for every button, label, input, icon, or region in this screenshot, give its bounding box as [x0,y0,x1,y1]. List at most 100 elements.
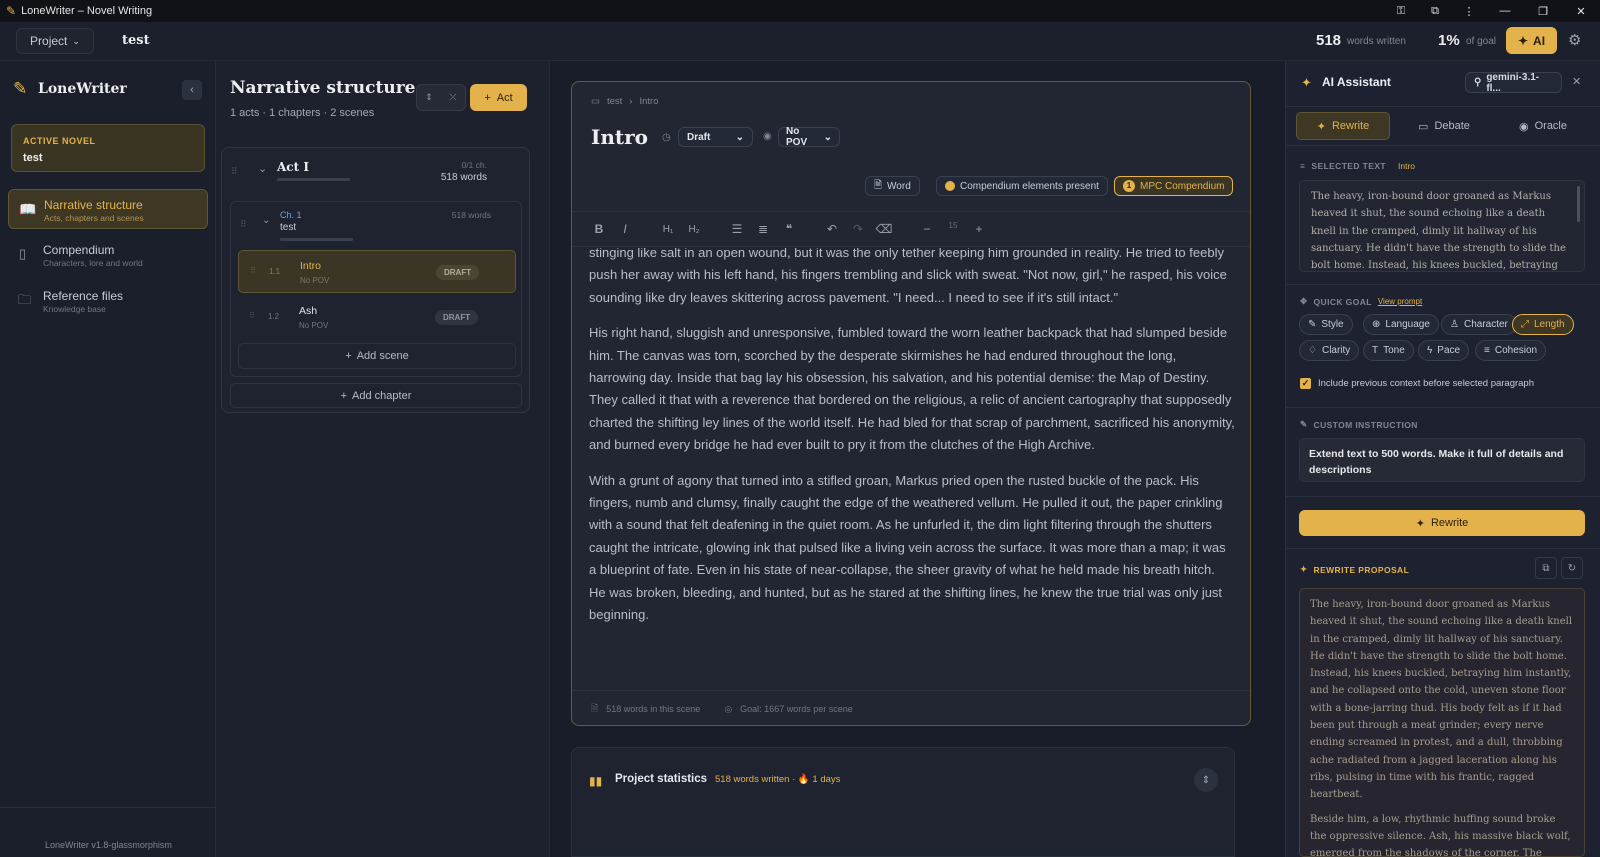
chevron-down-icon: ⌄ [735,131,744,143]
nav-item-compendium[interactable]: ▯ Compendium Characters, lore and world [8,235,208,275]
stats-days: 1 days [812,774,841,785]
decrease-font-icon[interactable]: − [914,222,940,236]
nav-item-reference-files[interactable]: 🗀 Reference files Knowledge base [8,281,208,321]
copy-button[interactable]: ⧉ [1535,557,1557,579]
structure-panel: Narrative structure 1 acts · 1 chapters … [216,61,550,857]
close-window-icon[interactable]: ✕ [1562,5,1600,18]
active-novel-card[interactable]: ACTIVE NOVEL test [11,124,205,172]
goal-chip-pace[interactable]: ϟ Pace [1418,340,1470,361]
wand-icon: ✦ [1316,120,1326,133]
regenerate-button[interactable]: ↻ [1561,557,1583,579]
goal-chip-clarity[interactable]: ♢ Clarity [1299,340,1360,361]
tab-debate[interactable]: ▭ Debate [1397,112,1491,140]
align-icon: ≡ [1484,345,1490,356]
heading-1-icon[interactable]: H₁ [655,224,681,235]
minimize-icon[interactable]: — [1486,5,1524,17]
include-context-option[interactable]: ✓ Include previous context before select… [1300,378,1534,389]
editor-footer: 🗎 518 words in this scene ◎ Goal: 1667 wor… [572,690,1250,725]
italic-icon[interactable]: I [612,222,638,236]
custom-instruction-input[interactable]: Extend text to 500 words. Make it full o… [1299,438,1585,482]
active-novel-name: test [23,152,43,164]
add-scene-button[interactable]: + Add scene [238,343,516,369]
drag-handle-icon[interactable]: ⠿ [249,311,255,320]
eye-icon: ◉ [763,131,772,142]
tab-oracle[interactable]: ◉ Oracle [1496,112,1590,140]
scene-name: Ash [299,305,318,317]
scrollbar[interactable] [1577,186,1580,222]
pov-select[interactable]: No POV ⌄ [778,126,840,148]
section-divider [1286,284,1600,285]
text-lines-icon: ≡ [1300,161,1306,171]
rewrite-proposal-label: REWRITE PROPOSAL [1313,564,1410,575]
menu-dots-icon[interactable]: ⋮ [1452,5,1486,18]
act-name: Act I [277,160,309,174]
scene-name: Intro [300,260,322,272]
increase-font-icon[interactable]: + [966,222,992,236]
goal-chip-language[interactable]: ⊕ Language [1363,314,1439,335]
status-select[interactable]: Draft ⌄ [678,127,753,147]
chevron-down-icon[interactable]: ⌄ [262,215,270,226]
restore-icon[interactable]: ❐ [1524,5,1562,18]
chevron-down-icon[interactable]: ⌄ [258,162,267,175]
editor-text[interactable]: stinging like salt in an open wound, but… [589,248,1235,666]
add-chapter-label: Add chapter [352,389,412,402]
eraser-icon[interactable]: ⌫ [871,222,897,236]
breadcrumb: ▭ test › Intro [591,96,658,107]
rewrite-proposal-box[interactable]: The heavy, iron-bound door groaned as Ma… [1299,588,1585,857]
novel-name: test [122,33,150,48]
bullet-list-icon[interactable]: ☰ [724,222,750,236]
drag-handle-icon[interactable]: ⠿ [250,266,256,275]
selected-text-box[interactable]: The heavy, iron-bound door groaned as Ma… [1299,180,1585,272]
bold-icon[interactable]: B [586,222,612,236]
goal-chip-character[interactable]: ♙ Character [1441,314,1517,335]
scene-title[interactable]: Intro [591,125,648,149]
scene-row[interactable]: ⠿ 1.2 Ash No POV DRAFT [238,296,516,339]
heading-2-icon[interactable]: H₂ [681,224,707,235]
refresh-icon: ↻ [1567,562,1577,574]
word-export-button[interactable]: 🗎 Word [865,176,920,196]
app-version: LoneWriter v1.8-glassmorphism [45,840,172,850]
drag-handle-icon[interactable]: ⠿ [231,166,238,177]
proposal-paragraph: Beside him, a low, rhythmic huffing soun… [1310,813,1571,857]
stats-card[interactable]: ▮▮ Project statistics 518 words written … [571,747,1235,857]
ai-panel: ✦ AI Assistant ⚲ gemini-3.1-fl... ✕ ✦ Rewr… [1285,61,1600,857]
goal-chip-length[interactable]: ⤢ Length [1512,314,1574,335]
project-dropdown[interactable]: Project ⌄ [16,28,94,54]
drag-handle-icon[interactable]: ⠿ [240,219,247,230]
nav-item-narrative-structure[interactable]: 📖 Narrative structure Acts, chapters and… [8,189,208,229]
view-prompt-link[interactable]: View prompt [1378,297,1422,306]
mpc-compendium-button[interactable]: 1 MPC Compendium [1114,176,1234,196]
nav-item-label: Narrative structure [44,198,143,212]
goal-chip-cohesion[interactable]: ≡ Cohesion [1475,340,1547,361]
collapse-sidebar-button[interactable]: ‹ [182,80,202,100]
add-act-button[interactable]: + Act [470,84,527,111]
expand-all-icon[interactable]: ⇕ [417,92,441,103]
model-select[interactable]: ⚲ gemini-3.1-fl... [1465,72,1562,94]
ai-toggle-button[interactable]: ✦ AI [1506,27,1557,54]
undo-icon[interactable]: ↶ [819,222,845,236]
rewrite-button[interactable]: ✦ Rewrite [1299,510,1585,536]
plus-icon: + [345,350,352,362]
redo-icon[interactable]: ↷ [845,222,871,236]
quote-icon[interactable]: ❝ [776,222,802,236]
key-icon[interactable]: ⚿ [1384,5,1418,18]
include-context-label: Include previous context before selected… [1318,378,1534,389]
collapse-all-icon[interactable]: ⤫ [441,92,465,103]
tab-rewrite[interactable]: ✦ Rewrite [1296,112,1390,140]
goal-chip-tone[interactable]: T Tone [1363,340,1414,361]
scene-row[interactable]: ⠿ 1.1 Intro No POV DRAFT [238,250,516,293]
sparkles-icon: ✦ [1300,564,1308,574]
stats-expand-button[interactable]: ⇕ [1194,768,1218,792]
sparkles-icon: ✦ [1301,75,1312,90]
add-chapter-button[interactable]: + Add chapter [230,383,522,408]
custom-instruction-header: ✎ CUSTOM INSTRUCTION [1300,419,1418,430]
checkbox-checked-icon[interactable]: ✓ [1300,378,1311,389]
extension-icon[interactable]: ⧉ [1418,5,1452,18]
numbered-list-icon[interactable]: ≣ [750,222,776,236]
goal-chip-style[interactable]: ✎ Style [1299,314,1353,335]
nav-item-sub: Characters, lore and world [43,258,143,268]
status-value: Draft [687,131,711,143]
close-panel-icon[interactable]: ✕ [1572,75,1581,88]
breadcrumb-novel[interactable]: test [607,96,622,107]
settings-gear-icon[interactable]: ⚙ [1568,31,1581,49]
